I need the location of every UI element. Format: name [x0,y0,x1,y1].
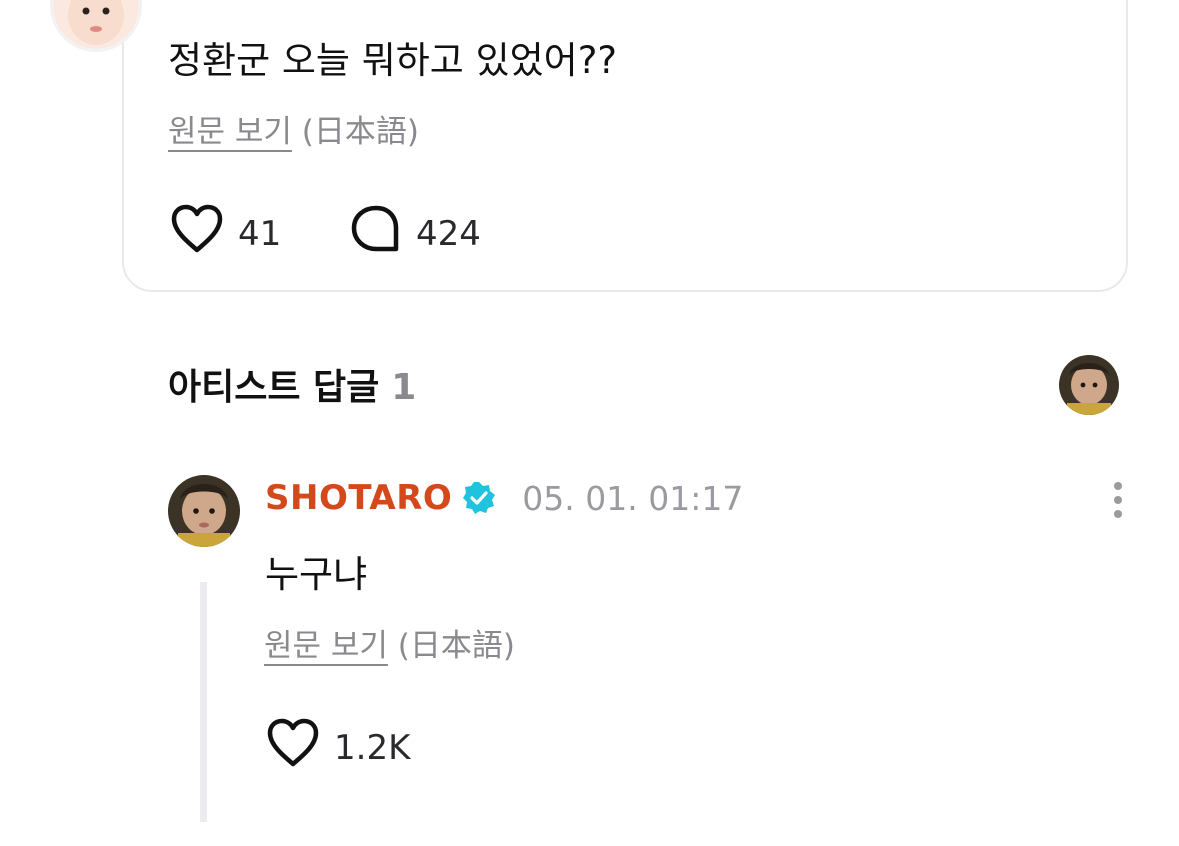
emoji-icon [488,0,522,4]
post-view-original: 원문 보기 (日本語) [168,106,419,151]
like-count: 41 [238,213,282,254]
reply-view-original-link[interactable]: 원문 보기 [264,628,388,664]
artist-replies-heading: 아티스트 답글 1 [168,358,416,410]
reply-author-name[interactable]: SHOTARO [265,478,452,518]
original-language-label: (日本語) [301,114,419,150]
comment-bubble-icon [350,204,402,263]
post-body-text: 정환군 오늘 뭐하고 있었어?? [168,39,617,82]
post-comment-button[interactable]: 424 [350,204,481,263]
reply-view-original: 원문 보기 (日本語) [264,620,515,665]
verified-badge-icon [462,481,496,515]
reply-like-count: 1.2K [334,727,411,768]
artist-replies-avatar[interactable] [1059,355,1119,415]
reply-thread-line [200,582,207,822]
reply-header: SHOTARO 05. 01. 01:17 [265,478,743,518]
reply-timestamp: 05. 01. 01:17 [522,478,744,518]
artist-replies-title: 아티스트 답글 [168,367,380,408]
post-more-icon[interactable] [1052,0,1062,4]
reply-author-avatar[interactable] [168,475,240,547]
reply-body-text: 누구냐 [265,553,368,596]
heart-icon [170,204,224,263]
heart-icon [266,718,320,777]
reply-like-button[interactable]: 1.2K [266,718,410,777]
view-original-link[interactable]: 원문 보기 [168,114,292,150]
artist-replies-count: 1 [391,367,417,408]
reply-original-language-label: (日本語) [397,628,515,664]
comment-count: 424 [416,213,481,254]
more-vertical-icon[interactable] [1108,480,1128,520]
post-like-button[interactable]: 41 [170,204,281,263]
